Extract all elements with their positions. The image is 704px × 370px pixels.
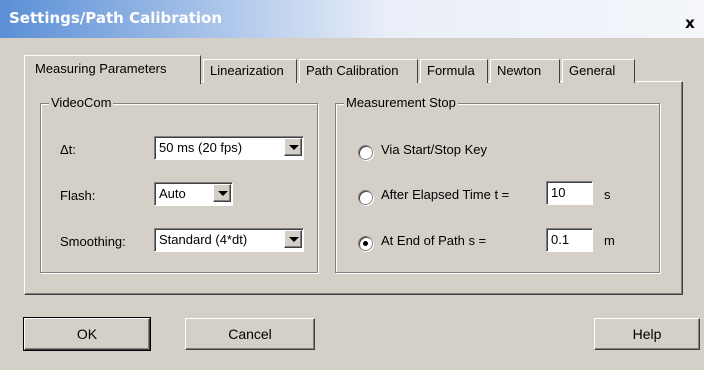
chevron-down-icon[interactable]	[213, 184, 231, 202]
radio-end-of-path[interactable]	[358, 236, 373, 251]
smoothing-label: Smoothing:	[60, 234, 126, 249]
tab-label: Measuring Parameters	[35, 61, 167, 76]
tab-linearization[interactable]: Linearization	[203, 59, 297, 83]
flash-label: Flash:	[60, 188, 96, 203]
ok-button[interactable]: OK	[23, 317, 151, 351]
tab-label: Formula	[427, 63, 475, 78]
tab-label: Newton	[497, 63, 542, 78]
elapsed-time-label: After Elapsed Time t =	[381, 187, 510, 202]
smoothing-select[interactable]: Standard (4*dt)	[154, 228, 304, 252]
chevron-down-icon[interactable]	[284, 230, 302, 248]
flash-select[interactable]: Auto	[154, 182, 233, 206]
close-icon[interactable]: x	[680, 14, 700, 32]
flash-value: Auto	[159, 186, 186, 201]
title-bar: Settings/Path Calibration x	[0, 0, 704, 38]
delta-t-select[interactable]: 50 ms (20 fps)	[154, 136, 304, 160]
videocom-group-title: VideoCom	[49, 95, 114, 110]
help-button[interactable]: Help	[594, 318, 700, 350]
tab-path-calibration[interactable]: Path Calibration	[299, 59, 418, 83]
tab-label: Linearization	[210, 63, 284, 78]
tab-general[interactable]: General	[562, 59, 635, 83]
end-of-path-label: At End of Path s =	[381, 233, 487, 248]
elapsed-time-input[interactable]: 10	[546, 181, 593, 205]
tab-label: Path Calibration	[306, 63, 399, 78]
tab-formula[interactable]: Formula	[420, 59, 488, 83]
radio-elapsed-time[interactable]	[358, 190, 373, 205]
start-stop-key-label: Via Start/Stop Key	[381, 142, 487, 157]
elapsed-time-value: 10	[551, 185, 566, 200]
elapsed-time-unit: s	[604, 187, 611, 202]
end-of-path-unit: m	[604, 233, 615, 248]
tab-newton[interactable]: Newton	[490, 59, 560, 83]
chevron-down-icon[interactable]	[284, 138, 302, 156]
delta-t-value: 50 ms (20 fps)	[159, 140, 243, 155]
measurement-stop-title: Measurement Stop	[344, 95, 458, 110]
tab-measuring-parameters[interactable]: Measuring Parameters	[24, 55, 201, 84]
window-title: Settings/Path Calibration	[9, 9, 223, 27]
delta-t-label: Δt:	[60, 142, 76, 157]
cancel-button[interactable]: Cancel	[185, 318, 315, 350]
end-of-path-input[interactable]: 0.1	[546, 228, 593, 252]
end-of-path-value: 0.1	[551, 232, 570, 247]
radio-start-stop-key[interactable]	[358, 145, 373, 160]
tab-label: General	[569, 63, 616, 78]
smoothing-value: Standard (4*dt)	[159, 232, 248, 247]
